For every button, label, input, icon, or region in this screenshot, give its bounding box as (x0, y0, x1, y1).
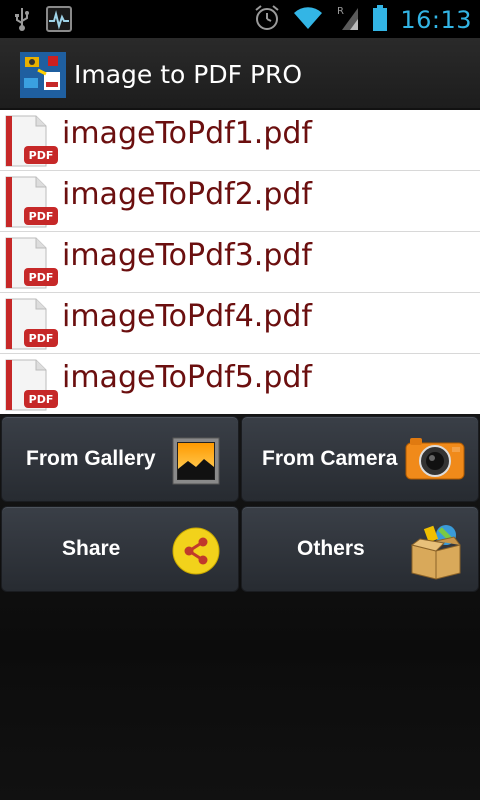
from-camera-button[interactable]: From Camera (241, 416, 479, 502)
list-item[interactable]: PDF imageToPdf5.pdf (0, 354, 480, 414)
share-button[interactable]: Share (1, 506, 239, 592)
camera-icon (404, 435, 466, 481)
app-logo-icon (20, 52, 66, 98)
signal-icon: R (336, 4, 360, 36)
battery-icon (372, 4, 388, 36)
others-label: Others (297, 537, 365, 560)
wifi-icon (292, 5, 324, 35)
from-camera-label: From Camera (262, 447, 398, 470)
svg-text:PDF: PDF (29, 210, 54, 223)
action-bar: Image to PDF PRO (0, 38, 480, 110)
list-item[interactable]: PDF imageToPdf3.pdf (0, 232, 480, 293)
file-name: imageToPdf2.pdf (62, 177, 312, 212)
file-name: imageToPdf1.pdf (62, 116, 312, 151)
share-icon (172, 527, 220, 575)
pdf-file-icon: PDF (2, 297, 60, 351)
gallery-icon (172, 437, 220, 485)
from-gallery-label: From Gallery (26, 447, 156, 470)
list-item[interactable]: PDF imageToPdf4.pdf (0, 293, 480, 354)
others-button[interactable]: Others (241, 506, 479, 592)
svg-text:PDF: PDF (29, 332, 54, 345)
file-name: imageToPdf4.pdf (62, 299, 312, 334)
svg-text:PDF: PDF (29, 149, 54, 162)
list-item[interactable]: PDF imageToPdf2.pdf (0, 171, 480, 232)
app-title: Image to PDF PRO (74, 60, 303, 89)
file-list: PDF imageToPdf1.pdf PDF imageToPdf2.pdf … (0, 110, 480, 414)
alarm-icon (254, 4, 280, 36)
svg-text:R: R (337, 6, 344, 17)
pdf-file-icon: PDF (2, 358, 60, 412)
activity-monitor-icon (46, 6, 72, 36)
usb-icon (14, 6, 30, 36)
svg-text:PDF: PDF (29, 271, 54, 284)
share-label: Share (62, 537, 121, 560)
svg-text:PDF: PDF (29, 393, 54, 406)
pdf-file-icon: PDF (2, 175, 60, 229)
file-name: imageToPdf3.pdf (62, 238, 312, 273)
file-name: imageToPdf5.pdf (62, 360, 312, 395)
status-bar: R 16:13 (0, 0, 480, 38)
pdf-file-icon: PDF (2, 236, 60, 290)
box-icon (406, 521, 466, 581)
status-time: 16:13 (400, 6, 472, 34)
pdf-file-icon: PDF (2, 114, 60, 168)
from-gallery-button[interactable]: From Gallery (1, 416, 239, 502)
button-area: From Gallery From Camera Share Others (0, 414, 480, 800)
list-item[interactable]: PDF imageToPdf1.pdf (0, 110, 480, 171)
